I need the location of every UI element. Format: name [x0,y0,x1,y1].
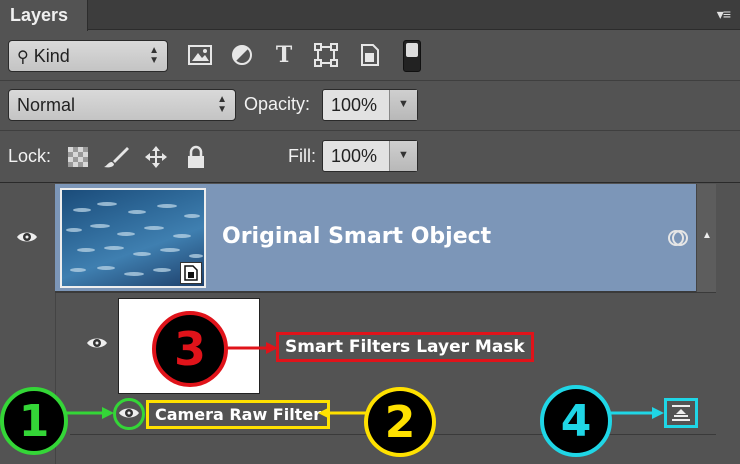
lock-row: Lock: Fill: 100% ▼ [0,131,740,183]
blend-mode-dropdown[interactable]: Normal ▲ ▼ [8,89,236,121]
layers-list: Original Smart Object ▲ Camera Raw Filte… [0,184,740,464]
lock-all-icon[interactable] [182,143,210,171]
callout-4-badge: 4 [540,385,612,457]
kind-dropdown[interactable]: ⚲ Kind ▲ ▼ [8,40,168,72]
callout-1-arrow-icon [66,407,114,419]
toggle-knob [406,43,418,57]
camera-raw-filter-label[interactable]: Camera Raw Filter [146,400,331,429]
image-filter-icon[interactable] [186,41,214,69]
callout-3-badge: 3 [152,311,228,387]
scrollbar-track[interactable] [716,184,740,464]
smart-object-filter-icon[interactable] [356,41,384,69]
opacity-dropdown-button[interactable]: ▼ [389,90,417,120]
callout-4-arrow-icon [610,407,664,419]
tab-layers[interactable]: Layers [0,0,88,31]
opacity-field[interactable]: 100% ▼ [322,89,418,121]
filter-row: ⚲ Kind ▲ ▼ T [0,31,740,81]
adjustment-filter-icon[interactable] [228,41,256,69]
fill-dropdown-button[interactable]: ▼ [389,141,417,171]
scroll-up-arrow-icon[interactable]: ▲ [697,230,717,241]
smart-filters-visibility-eye-icon[interactable] [86,336,108,350]
blend-mode-value: Normal [17,95,76,115]
visibility-eye-icon[interactable] [16,230,38,244]
fill-field[interactable]: 100% ▼ [322,140,418,172]
callout-1-highlight-ring [113,398,145,430]
filter-toggle-switch[interactable] [403,40,421,72]
callout-4-highlight-box [664,398,698,428]
lock-transparency-icon[interactable] [64,143,92,171]
kind-dropdown-value: Kind [33,46,70,66]
callout-1-badge: 1 [0,387,68,455]
updown-arrows-icon: ▲ ▼ [149,45,159,66]
opacity-value: 100% [331,95,378,115]
shape-filter-icon[interactable] [312,41,340,69]
search-icon: ⚲ [17,49,29,66]
panel-menu-icon[interactable]: ▾≡ [717,6,731,23]
smart-object-thumbnail[interactable] [60,188,206,288]
panel-titlebar: Layers ▾≡ [0,0,740,31]
smart-object-badge-icon [180,262,202,284]
fill-value: 100% [331,146,378,166]
smart-filters-mask-label: Smart Filters Layer Mask [276,332,534,362]
callout-3-arrow-icon [226,342,278,354]
blend-row: Normal ▲ ▼ Opacity: 100% ▼ [0,81,740,131]
layer-divider [55,292,716,293]
callout-2-arrow-icon [318,407,366,419]
lock-label: Lock: [8,146,52,166]
updown-arrows-icon: ▲ ▼ [217,94,227,115]
callout-2-badge: 2 [364,387,436,457]
opacity-label: Opacity: [244,94,311,114]
type-filter-icon[interactable]: T [270,41,298,69]
fill-label: Fill: [288,146,316,166]
lock-pixels-brush-icon[interactable] [102,143,130,171]
scrollbar-upper[interactable]: ▲ [696,184,716,292]
smart-filters-indicator-icon[interactable] [668,228,688,248]
lock-position-move-icon[interactable] [142,143,170,171]
smart-object-layer-name[interactable]: Original Smart Object [222,224,491,249]
